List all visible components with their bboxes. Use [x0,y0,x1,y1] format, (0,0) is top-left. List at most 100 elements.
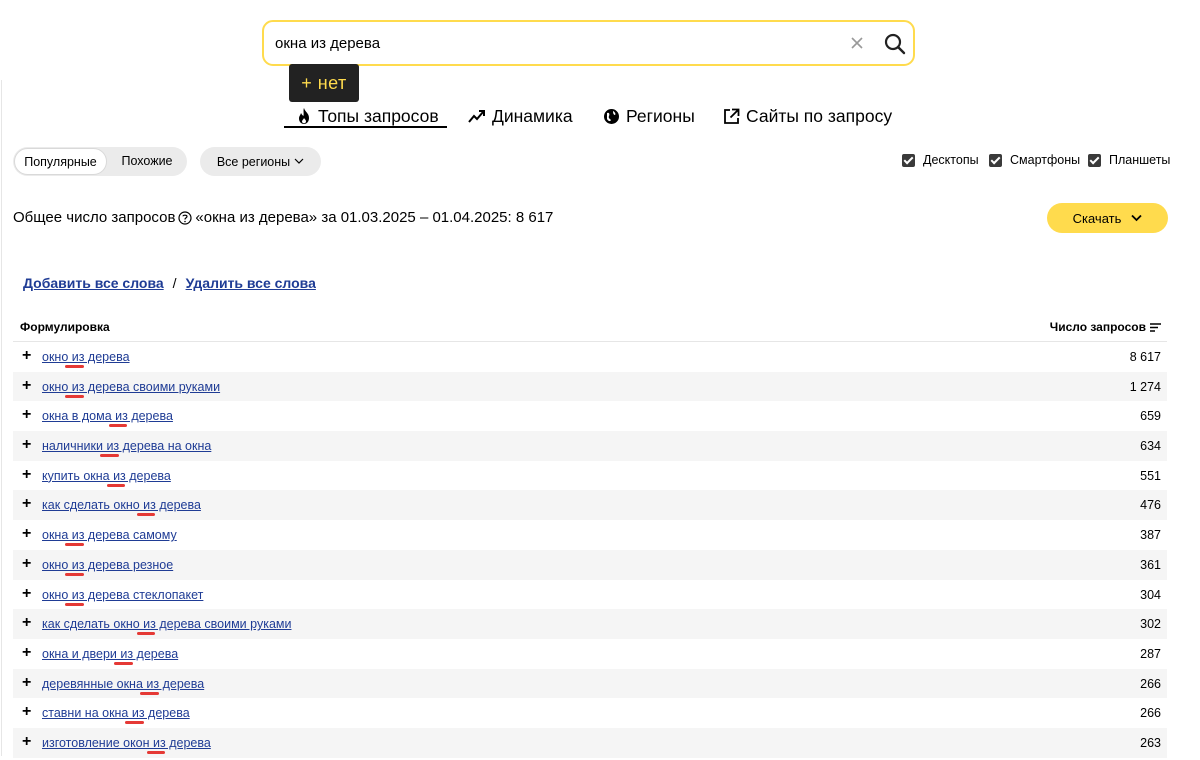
popular-button[interactable]: Популярные [14,148,107,175]
tab-regions[interactable]: Регионы [603,104,695,128]
query-phrase-link[interactable]: наличники из дерева на окна [42,439,211,453]
add-word-button[interactable]: + [22,466,31,484]
tab-top-queries-label: Топы запросов [318,105,439,126]
tab-sites[interactable]: Сайты по запросу [723,104,892,128]
add-word-button[interactable]: + [22,347,31,365]
help-icon[interactable] [178,210,193,225]
chevron-down-icon [1131,214,1143,222]
desktop-label: Десктопы [923,153,979,167]
add-word-button[interactable]: + [22,377,31,395]
separator: / [172,275,177,291]
total-queries: Общее число запросов «окна из дерева» за… [13,209,553,226]
tooltip: + нет [289,64,359,102]
add-word-button[interactable]: + [22,733,31,751]
tab-sites-label: Сайты по запросу [746,105,893,126]
smartphone-checkbox[interactable]: Смартфоны [989,153,1080,167]
red-underline-mark [136,632,156,636]
table-body: + окно из дерева 8 617 + окно из дерева свои… [13,342,1167,758]
query-phrase-link[interactable]: окна и двери из дерева [42,647,178,661]
close-icon[interactable] [848,34,866,52]
query-count: 287 [1140,646,1161,661]
query-count: 659 [1140,409,1161,424]
red-underline-mark [108,424,128,428]
red-underline-mark [99,454,119,458]
query-count: 361 [1140,557,1161,572]
query-phrase-link[interactable]: как сделать окно из дерева [42,498,201,512]
query-phrase-link[interactable]: как сделать окно из дерева своими руками [42,617,291,631]
words-actions: Добавить все слова / Удалить все слова [23,275,316,291]
query-phrase-link[interactable]: деревянные окна из дерева [42,677,204,691]
query-count: 263 [1140,735,1161,750]
query-phrase-link[interactable]: изготовление окон из дерева [42,736,211,750]
query-phrase-link[interactable]: окна из дерева самому [42,528,177,542]
search-query[interactable]: окна из дерева [275,35,380,52]
add-word-button[interactable]: + [22,614,31,632]
add-word-button[interactable]: + [22,495,31,513]
table-row: + окна и двери из дерева 287 [13,639,1167,669]
red-underline-mark [139,691,159,695]
table-row: + окна из дерева самому 387 [13,520,1167,550]
query-type-switch: Популярные Похожие [13,147,187,176]
search-icon[interactable] [883,32,907,56]
red-underline-mark [146,750,166,754]
query-count: 304 [1140,587,1161,602]
query-phrase-link[interactable]: окно из дерева [42,350,130,364]
query-phrase-link[interactable]: окна в дома из дерева [42,409,173,423]
query-count: 266 [1140,676,1161,691]
red-underline-mark [106,483,126,487]
search-input[interactable]: окна из дерева [262,20,915,66]
red-underline-mark [65,394,84,398]
tablet-label: Планшеты [1109,153,1171,167]
count-column-label: Число запросов [1049,320,1146,334]
add-all-words-link[interactable]: Добавить все слова [23,275,164,291]
globe-icon [604,108,619,124]
query-count: 387 [1140,528,1161,543]
remove-all-words-link[interactable]: Удалить все слова [186,275,316,291]
query-phrase-link[interactable]: купить окна из дерева [42,469,171,483]
external-link-icon [724,108,740,124]
table-row: + изготовление окон из дерева 263 [13,727,1167,758]
query-phrase-link[interactable]: окно из дерева резное [42,558,173,572]
red-underline-mark [125,721,145,725]
tab-top-queries[interactable]: Топы запросов [296,104,439,128]
tab-dynamics[interactable]: Динамика [468,104,573,128]
download-button[interactable]: Скачать [1047,203,1168,233]
smartphone-label: Смартфоны [1010,153,1081,167]
query-count: 551 [1140,468,1161,483]
total-queries-text: «окна из дерева» за 01.03.2025 – 01.04.2… [195,209,554,226]
query-phrase-link[interactable]: окно из дерева стеклопакет [42,588,203,602]
red-underline-mark [113,661,133,665]
phrase-column-header: Формулировка [20,320,110,334]
sort-icon[interactable] [1150,322,1161,332]
table-row: + купить окна из дерева 551 [13,461,1167,491]
table-row: + ставни на окна из дерева 266 [13,698,1167,728]
add-word-button[interactable]: + [22,555,31,573]
table-row: + окно из дерева своими руками 1 274 [13,371,1167,402]
add-word-button[interactable]: + [22,644,31,662]
table-row: + как сделать окно из дерева своими рукам… [13,609,1167,639]
add-word-button[interactable]: + [22,585,31,603]
count-column-header[interactable]: Число запросов [1050,320,1161,334]
add-word-button[interactable]: + [22,703,31,721]
add-word-button[interactable]: + [22,406,31,424]
similar-button[interactable]: Похожие [109,147,185,176]
checkbox-checked-icon [1088,153,1101,167]
add-word-button[interactable]: + [22,525,31,543]
region-select[interactable]: Все регионы [200,147,321,176]
table-row: + деревянные окна из дерева 266 [13,668,1167,699]
add-word-button[interactable]: + [22,436,31,454]
region-select-label: Все регионы [216,154,291,169]
checkbox-checked-icon [989,153,1002,167]
download-label: Скачать [1072,210,1122,226]
table-row: + окно из дерева резное 361 [13,549,1167,580]
query-phrase-link[interactable]: ставни на окна из дерева [42,706,190,720]
queries-table: Формулировка Число запросов + окно из дер… [13,311,1167,758]
table-row: + как сделать окно из дерева 476 [13,490,1167,521]
add-word-button[interactable]: + [22,674,31,692]
red-underline-mark [65,572,84,576]
tablet-checkbox[interactable]: Планшеты [1088,153,1170,167]
red-underline-mark [65,543,84,547]
query-phrase-link[interactable]: окно из дерева своими руками [42,380,220,394]
desktop-checkbox[interactable]: Десктопы [902,153,979,167]
query-count: 1 274 [1129,379,1161,394]
